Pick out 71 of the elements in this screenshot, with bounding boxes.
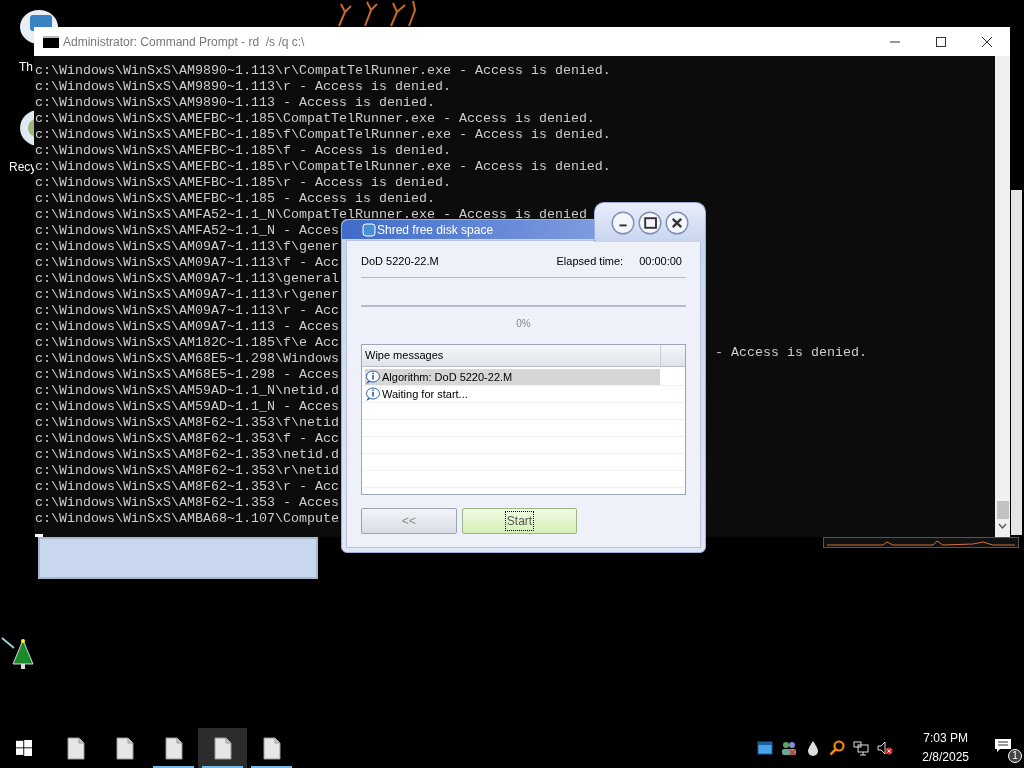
message-text: Algorithm: DoD 5220-22.M	[382, 369, 513, 385]
console-line: c:\Windows\WinSxS\AM59AD~1.1_N - Acces	[35, 399, 339, 414]
console-line: c:\Windows\WinSxS\AM68E5~1.298 - Acces	[35, 367, 339, 382]
console-line: c:\Windows\WinSxS\AMEFBC~1.185 - Access is denied.	[35, 191, 435, 206]
text-cursor	[35, 534, 43, 537]
console-line: c:\Windows\WinSxS\AM8F62~1.353\netid.d	[35, 447, 339, 462]
speaker-muted-icon[interactable]	[877, 740, 894, 756]
console-line: - Access is denied.	[715, 345, 867, 361]
users-icon[interactable]	[781, 740, 798, 756]
document-icon	[262, 736, 281, 760]
clock-date: 2/8/2025	[922, 749, 969, 766]
console-line: c:\Windows\WinSxS\AM9890~1.113\r\CompatTelRunner.exe - Access is denied.	[35, 63, 611, 78]
christmas-tree-icon	[0, 636, 34, 672]
console-line: c:\Windows\WinSxS\AM09A7~1.113\r - Acc	[35, 303, 339, 318]
message-text: Waiting for start...	[382, 386, 468, 402]
close-button[interactable]	[665, 210, 689, 235]
window-icon[interactable]	[757, 740, 774, 756]
maximize-icon	[935, 35, 947, 48]
console-line: c:\Windows\WinSxS\AM09A7~1.113\general	[35, 271, 339, 286]
maximize-button[interactable]	[638, 210, 662, 235]
close-icon	[981, 35, 993, 48]
clock-time: 7:03 PM	[923, 730, 968, 747]
clock[interactable]: 7:03 PM 2/8/2025	[922, 729, 969, 767]
start-button[interactable]: Start	[462, 508, 577, 534]
scrollbar[interactable]	[995, 56, 1010, 537]
elapsed-label: Elapsed time:	[556, 253, 624, 269]
console-line: c:\Windows\WinSxS\AMFA52~1.1_N - Acces	[35, 223, 339, 238]
windows-logo-icon	[16, 740, 32, 756]
console-icon	[43, 35, 59, 48]
algorithm-label: DoD 5220-22.M	[361, 253, 439, 269]
console-line: c:\Windows\WinSxS\AMEFBC~1.185\f\CompatTelRunner.exe - Access is denied.	[35, 127, 611, 142]
console-line: c:\Windows\WinSxS\AM09A7~1.113\f - Acc	[35, 255, 339, 270]
console-line: c:\Windows\WinSxS\AM8F62~1.353\f\netid	[35, 415, 339, 430]
document-icon	[115, 736, 134, 760]
console-line: c:\Windows\WinSxS\AM8F62~1.353\f - Acc	[35, 431, 339, 446]
document-icon	[213, 736, 232, 760]
document-icon	[66, 736, 85, 760]
scroll-down-icon[interactable]	[998, 523, 1007, 529]
console-line: c:\Windows\WinSxS\AMEFBC~1.185\f - Access is denied.	[35, 143, 451, 158]
console-line: c:\Windows\WinSxS\AM8F62~1.353 - Acces	[35, 495, 339, 510]
console-line: c:\Windows\WinSxS\AMEFBC~1.185\CompatTelRunner.exe - Access is denied.	[35, 111, 595, 126]
magnifier-icon[interactable]	[829, 740, 846, 756]
progress-percent: 0%	[516, 317, 531, 331]
console-line: c:\Windows\WinSxS\AM68E5~1.298\Windows	[35, 351, 339, 366]
message-row[interactable]: Waiting for start...	[365, 386, 660, 402]
message-row[interactable]: Algorithm: DoD 5220-22.M	[365, 369, 660, 385]
console-line: c:\Windows\WinSxS\AMEFBC~1.185\r\CompatTelRunner.exe - Access is denied.	[35, 159, 611, 174]
console-line: c:\Windows\WinSxS\AMBA68~1.107\Compute	[35, 511, 339, 526]
scroll-thumb[interactable]	[996, 501, 1009, 519]
icon-label: Th	[19, 59, 33, 76]
console-line: c:\Windows\WinSxS\AM8F62~1.353\r - Acc	[35, 479, 339, 494]
taskbar-app[interactable]	[198, 728, 247, 768]
window-title: Administrator: Command Prompt - rd /s /q c:\	[63, 33, 305, 51]
dialog-title: Shred free disk space	[377, 221, 494, 239]
console-line: c:\Windows\WinSxS\AM09A7~1.113\f\gener	[35, 239, 339, 254]
elapsed-time: 00:00:00	[639, 253, 682, 269]
console-line: c:\Windows\WinSxS\AMFA52~1.1_N\CompatTelRunner.exe - Access is denied	[35, 207, 587, 222]
document-icon	[164, 736, 183, 760]
console-line: c:\Windows\WinSxS\AM9890~1.113 - Access is denied.	[35, 95, 435, 110]
network-icon[interactable]	[853, 740, 870, 756]
console-line: c:\Windows\WinSxS\AM182C~1.185\f\e Acc	[35, 335, 339, 350]
console-line: c:\Windows\WinSxS\AM09A7~1.113\r\gener	[35, 287, 339, 302]
console-line: c:\Windows\WinSxS\AM09A7~1.113 - Acces	[35, 319, 339, 334]
console-line: c:\Windows\WinSxS\AM9890~1.113\r - Access is denied.	[35, 79, 451, 94]
message-icon	[994, 738, 1012, 754]
info-icon	[365, 387, 381, 401]
notification-count: 1	[1008, 749, 1022, 763]
info-icon	[365, 370, 381, 384]
console-line: c:\Windows\WinSxS\AMEFBC~1.185\r - Access is denied.	[35, 175, 451, 190]
console-line: c:\Windows\WinSxS\AM59AD~1.1_N\netid.d	[35, 383, 339, 398]
console-line: c:\Windows\WinSxS\AM8F62~1.353\r\netid	[35, 463, 339, 478]
